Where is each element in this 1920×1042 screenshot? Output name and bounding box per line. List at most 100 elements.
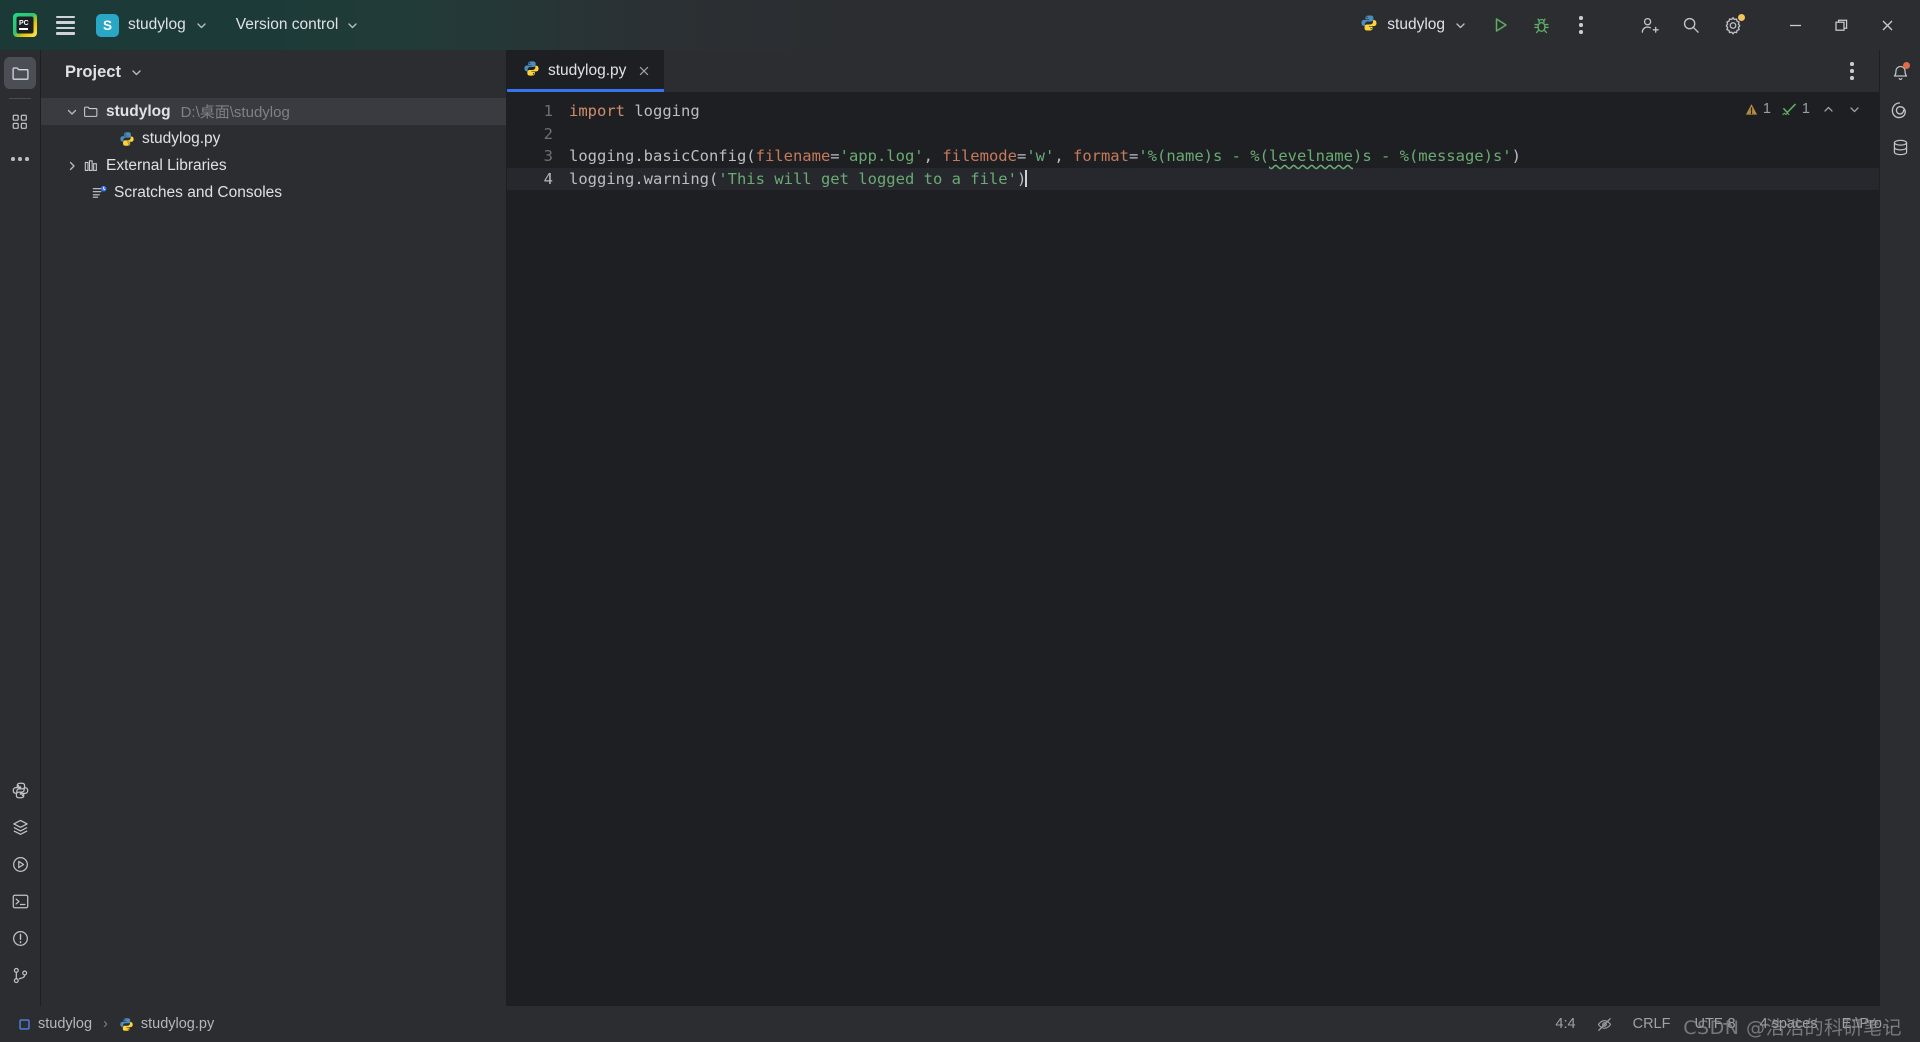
tree-node-label: studylog <box>106 102 171 120</box>
warning-count: 1 <box>1762 101 1771 117</box>
close-icon[interactable] <box>634 61 654 81</box>
indent-indicator[interactable]: 4 spaces <box>1748 1012 1830 1036</box>
terminal-icon <box>12 894 28 908</box>
breadcrumb-item-module[interactable]: studylog <box>14 1014 96 1034</box>
run-button[interactable] <box>1484 8 1518 42</box>
run-configuration-selector[interactable]: studylog <box>1351 8 1476 42</box>
chevron-down-icon <box>195 19 208 32</box>
sidebar-item-ai-assistant[interactable] <box>1884 94 1916 126</box>
status-bar-right-group: 4:4 CRLF UTF-8 4 spaces E:\Pro... <box>1543 1012 1906 1037</box>
hamburger-menu-icon[interactable] <box>48 8 82 42</box>
python-file-icon <box>120 1017 133 1031</box>
tree-node-label: Scratches and Consoles <box>114 183 283 201</box>
minimize-window-button[interactable] <box>1772 0 1818 50</box>
chevron-down-icon[interactable] <box>1843 98 1865 120</box>
tree-node-studylog-py[interactable]: studylog.py <box>41 125 506 152</box>
inspection-widget: 1 1 <box>1741 98 1865 120</box>
sidebar-item-database[interactable] <box>1884 131 1916 163</box>
encoding-indicator[interactable]: UTF-8 <box>1682 1012 1747 1036</box>
ai-spiral-icon <box>1891 102 1906 119</box>
chevron-up-icon[interactable] <box>1817 98 1839 120</box>
code-token: import <box>569 102 625 120</box>
tree-node-scratches-and-consoles[interactable]: Scratches and Consoles <box>41 179 506 206</box>
pycharm-logo-glyph: PC <box>13 13 37 37</box>
run-config-name-label: studylog <box>1387 16 1445 33</box>
code-token: = <box>1128 147 1139 165</box>
sidebar-item-version-control[interactable] <box>4 959 36 991</box>
code-token: '%(name)s - %( <box>1138 147 1269 165</box>
sidebar-item-more-tools[interactable] <box>4 143 36 175</box>
scratches-icon <box>89 184 109 201</box>
tab-studylog-py[interactable]: studylog.py <box>507 50 665 92</box>
tree-node-external-libraries[interactable]: External Libraries <box>41 152 506 179</box>
inspections-widget-button[interactable] <box>1588 1012 1621 1037</box>
add-user-button[interactable] <box>1632 8 1666 42</box>
pycharm-logo-icon[interactable]: PC <box>8 8 42 42</box>
search-button[interactable] <box>1674 8 1708 42</box>
line-separator-indicator[interactable]: CRLF <box>1621 1012 1683 1036</box>
python-file-icon <box>117 131 137 147</box>
sidebar-item-run[interactable] <box>4 848 36 880</box>
code-token: levelname <box>1268 147 1353 165</box>
settings-notification-badge <box>1737 13 1746 22</box>
version-control-menu[interactable]: Version control <box>227 8 369 42</box>
add-user-icon <box>1641 17 1659 33</box>
folder-icon <box>11 66 29 80</box>
inspection-ok-count: 1 <box>1801 101 1810 117</box>
ellipsis-icon <box>11 157 29 161</box>
chevron-right-icon[interactable] <box>63 160 81 172</box>
breadcrumb-separator: › <box>103 1016 108 1032</box>
title-bar-left-group: PC S studylog Version control <box>8 8 368 42</box>
inspection-ok-item[interactable]: 1 <box>1778 99 1813 119</box>
line-number: 2 <box>543 124 553 143</box>
sidebar-item-notifications[interactable] <box>1884 57 1916 89</box>
code-token: ) <box>1511 147 1521 165</box>
line-number: 4 <box>507 167 567 190</box>
editor-tab-actions <box>1835 50 1879 92</box>
sidebar-item-problems[interactable] <box>4 922 36 954</box>
sidebar-item-project[interactable] <box>4 57 36 89</box>
code-line: logging.warning('This will get logged to… <box>567 167 1879 190</box>
sidebar-item-terminal[interactable] <box>4 885 36 917</box>
code-token: )s - %(message)s' <box>1352 147 1512 165</box>
project-selector[interactable]: S studylog <box>90 8 217 42</box>
layers-icon <box>12 819 28 835</box>
warning-count-item[interactable]: 1 <box>1741 99 1774 119</box>
breadcrumb-item-file[interactable]: studylog.py <box>115 1014 218 1034</box>
version-control-label: Version control <box>235 16 339 33</box>
python-file-icon <box>523 60 540 82</box>
search-icon <box>1683 17 1699 33</box>
project-tool-window: Project studylog D:\桌面\studylog studylog… <box>41 50 507 1006</box>
more-vertical-icon <box>1579 16 1583 34</box>
project-badge: S <box>96 13 119 37</box>
caret-position-indicator[interactable]: 4:4 <box>1543 1012 1587 1036</box>
python-icon <box>12 782 28 798</box>
close-window-button[interactable] <box>1864 0 1910 50</box>
chevron-down-icon[interactable] <box>130 66 143 79</box>
interpreter-indicator[interactable]: E:\Pro... <box>1830 1012 1906 1036</box>
sidebar-item-structure[interactable] <box>4 106 36 138</box>
more-actions-button[interactable] <box>1564 8 1598 42</box>
tree-node-label: External Libraries <box>106 156 227 174</box>
code-token: 'w' <box>1026 147 1055 165</box>
sidebar-item-python-console[interactable] <box>4 811 36 843</box>
chevron-down-icon <box>1454 19 1467 32</box>
minimize-icon <box>1789 24 1801 26</box>
code-line: import logging <box>567 100 1879 123</box>
sidebar-item-python-packages[interactable] <box>4 774 36 806</box>
line-number: 1 <box>543 102 553 120</box>
editor-options-button[interactable] <box>1835 54 1869 88</box>
project-panel-title: Project <box>65 62 121 81</box>
code-content[interactable]: import logging logging.basicConfig(filen… <box>567 92 1879 1006</box>
run-play-icon <box>1495 18 1507 32</box>
project-panel-header[interactable]: Project <box>41 50 506 94</box>
maximize-window-button[interactable] <box>1818 0 1864 50</box>
code-token: , <box>923 147 943 165</box>
tree-node-studylog-folder[interactable]: studylog D:\桌面\studylog <box>41 98 506 125</box>
code-editor[interactable]: 1 2 3 4 import logging logging.basicConf… <box>507 92 1879 1006</box>
chevron-down-icon[interactable] <box>63 106 81 118</box>
maximize-restore-icon <box>1834 19 1847 31</box>
settings-button[interactable] <box>1716 8 1750 42</box>
debug-button[interactable] <box>1524 8 1558 42</box>
